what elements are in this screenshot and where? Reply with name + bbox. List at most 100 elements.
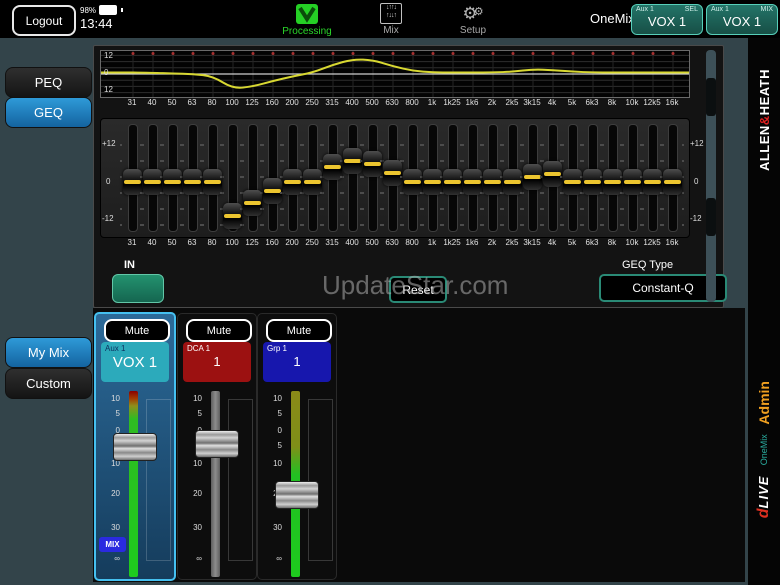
freq-label: 3k15 (523, 98, 540, 107)
freq-label: 10k (626, 98, 639, 107)
battery-percent: 98% (80, 6, 96, 15)
mix-channel-button[interactable]: Aux 1 MIX VOX 1 (706, 4, 778, 35)
logout-button[interactable]: Logout (12, 5, 76, 36)
freq-label: 6k3 (586, 98, 599, 107)
strip-scale-label: 10 (180, 459, 202, 468)
frequency-labels-bottom: 3140506380100125160200250315400500630800… (94, 238, 723, 250)
meter-scale-box (228, 399, 253, 561)
channel-name-plate[interactable]: Grp 1 1 (263, 342, 331, 382)
freq-label: 315 (325, 238, 338, 247)
mix-badge: MIX (99, 537, 126, 552)
bank-ytick-left: -12 (102, 214, 120, 223)
frequency-labels-top: 3140506380100125160200250315400500630800… (94, 98, 723, 110)
strip-scale-label: 30 (180, 523, 202, 532)
meter-scale-box (308, 399, 333, 561)
selected-channel-button[interactable]: Aux 1 SEL VOX 1 (631, 4, 703, 35)
channel-strip-vox1[interactable]: Mute Aux 1 VOX 1 10505102030∞ MIX (94, 312, 176, 581)
channel-strip-dca1[interactable]: Mute DCA 1 1 10505102030∞ (177, 313, 257, 580)
strip-scale-label: 30 (98, 523, 120, 532)
freq-label: 800 (405, 238, 418, 247)
freq-label: 100 (225, 238, 238, 247)
freq-label: 500 (365, 98, 378, 107)
tab-mix[interactable]: ↓↑↑↓↑↓↓↑ Mix (356, 1, 426, 38)
tab-processing[interactable]: Processing (272, 1, 342, 38)
dlive-onemix-admin-label: dLIVEOneMixAdmin (748, 320, 780, 580)
reset-button[interactable]: Reset (389, 276, 447, 303)
peq-tab-button[interactable]: PEQ (5, 67, 92, 98)
freq-label: 1k6 (466, 98, 479, 107)
allen-heath-logo: ALLEN&HEATH (748, 45, 780, 195)
strip-scale-label: ∞ (98, 554, 120, 563)
geq-fader-handle-16k[interactable] (663, 169, 682, 195)
freq-label: 40 (148, 238, 157, 247)
channel-fader-handle[interactable] (113, 433, 157, 461)
channel-name-plate[interactable]: Aux 1 VOX 1 (101, 342, 169, 382)
freq-label: 4k (548, 98, 556, 107)
freq-label: 1k25 (443, 238, 460, 247)
scrollbar-thumb-top[interactable] (706, 78, 716, 116)
freq-label: 8k (608, 98, 616, 107)
freq-label: 4k (548, 238, 556, 247)
freq-label: 1k6 (466, 238, 479, 247)
freq-label: 12k5 (643, 98, 660, 107)
freq-label: 400 (345, 98, 358, 107)
curve-ytick: 12 (104, 85, 118, 94)
freq-label: 160 (265, 98, 278, 107)
geq-fader-track-400[interactable] (348, 124, 358, 232)
scrollbar-thumb-bottom[interactable] (706, 198, 716, 236)
strip-scale-label: 10 (260, 394, 282, 403)
top-bar: Logout 98% 13:44 Processing ↓↑↑↓↑↓↓↑ Mix… (0, 0, 780, 38)
freq-label: 400 (345, 238, 358, 247)
freq-label: 250 (305, 98, 318, 107)
in-label: IN (124, 259, 135, 271)
freq-label: 2k5 (506, 98, 519, 107)
strip-scale-label: ∞ (260, 554, 282, 563)
level-meter (129, 391, 138, 577)
channel-name-plate[interactable]: DCA 1 1 (183, 342, 251, 382)
custom-tab-button[interactable]: Custom (5, 368, 92, 399)
channel-fader-handle[interactable] (195, 430, 239, 458)
mymix-tab-button[interactable]: My Mix (5, 337, 92, 368)
onemix-brand: OneMix (759, 435, 769, 466)
freq-label: 125 (245, 98, 258, 107)
freq-label: 3k15 (523, 238, 540, 247)
freq-label: 1k (428, 238, 436, 247)
freq-label: 250 (305, 238, 318, 247)
freq-label: 50 (168, 98, 177, 107)
freq-label: 200 (285, 98, 298, 107)
strip-scale-label: 30 (260, 523, 282, 532)
mute-button[interactable]: Mute (186, 319, 252, 342)
freq-label: 6k3 (586, 238, 599, 247)
strip-scale-label: 5 (260, 409, 282, 418)
freq-label: 800 (405, 98, 418, 107)
freq-label: 63 (188, 238, 197, 247)
geq-panel: 12 0 12 31405063801001251602002503154005… (93, 45, 724, 308)
channel-strip-grp1[interactable]: Mute Grp 1 1 10505102030∞ (257, 313, 337, 580)
geq-tab-button[interactable]: GEQ (5, 97, 92, 128)
curve-ytick: 0 (104, 68, 118, 77)
freq-label: 80 (208, 98, 217, 107)
geq-scrollbar[interactable] (706, 50, 716, 302)
tab-setup[interactable]: ⚙⚙ Setup (438, 1, 508, 38)
freq-label: 80 (208, 238, 217, 247)
channel-fader-handle[interactable] (275, 481, 319, 509)
bank-ytick-left: +12 (102, 139, 120, 148)
strip-scale-label: 5 (260, 441, 282, 450)
meter-scale-box (146, 399, 171, 561)
dlive-logo: d (755, 509, 772, 519)
geq-fader-track-500[interactable] (368, 124, 378, 232)
mute-button[interactable]: Mute (104, 319, 170, 342)
freq-label: 630 (385, 98, 398, 107)
freq-label: 16k (666, 98, 679, 107)
geq-in-button[interactable] (112, 274, 164, 303)
freq-label: 630 (385, 238, 398, 247)
mute-button[interactable]: Mute (266, 319, 332, 342)
freq-label: 2k (488, 98, 496, 107)
strip-scale-label: 5 (180, 409, 202, 418)
battery-icon (99, 5, 117, 15)
onemix-label: OneMix (590, 11, 635, 26)
strip-scale-label: ∞ (180, 554, 202, 563)
processing-icon (295, 3, 319, 25)
strip-scale-label: 10 (260, 459, 282, 468)
freq-label: 2k5 (506, 238, 519, 247)
